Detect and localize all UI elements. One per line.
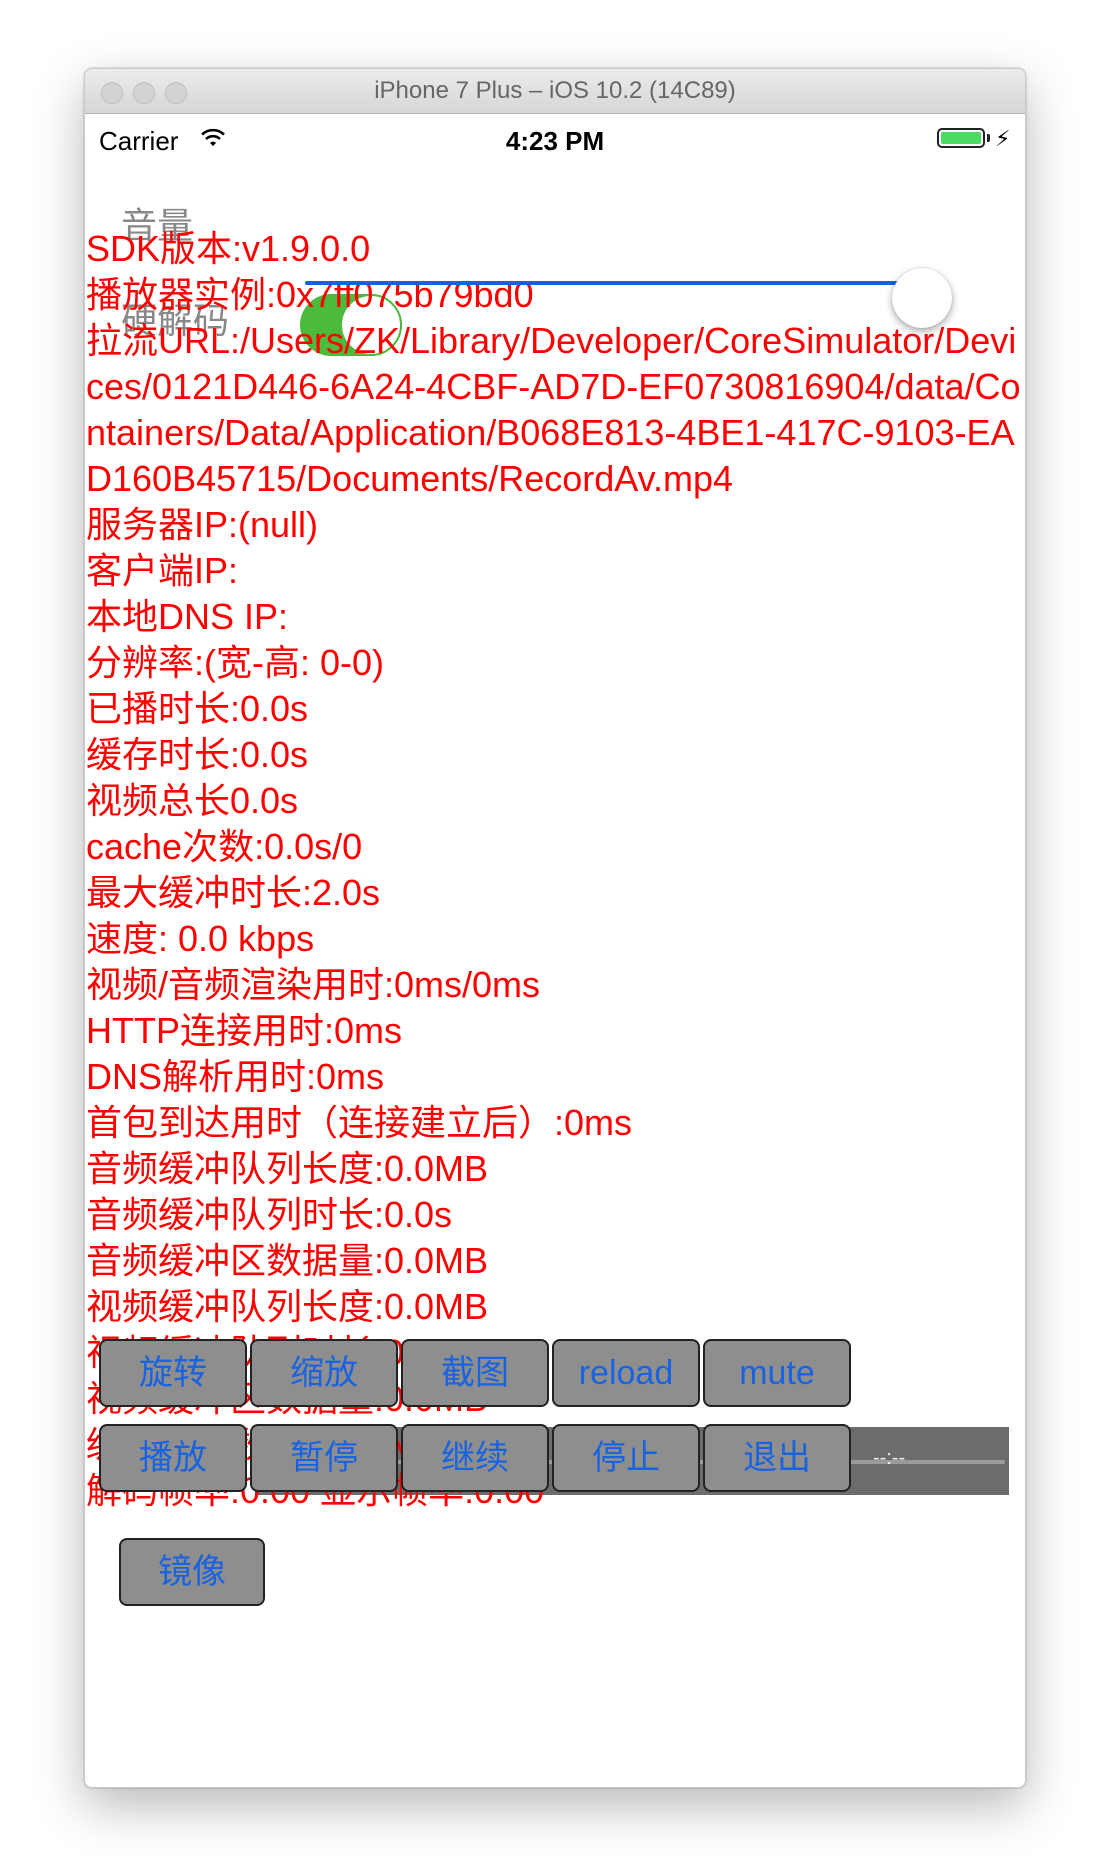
- rotate-button[interactable]: 旋转: [99, 1339, 247, 1407]
- status-time: 4:23 PM: [505, 126, 605, 156]
- volume-slider-thumb[interactable]: [891, 268, 952, 328]
- exit-button[interactable]: 退出: [703, 1424, 851, 1492]
- play-button[interactable]: 播放: [99, 1424, 247, 1492]
- device-screen: Carrier 4:23 PM ⚡ 音量 硬解码 --:-- --:-- 镜像 …: [85, 114, 1025, 1787]
- info-line: 客户端IP:: [86, 550, 239, 591]
- info-line: 音频缓冲区数据量:0.0MB: [86, 1240, 489, 1281]
- info-line: 缓存时长:0.0s: [86, 734, 309, 775]
- info-line: 音频缓冲队列长度:0.0MB: [86, 1148, 489, 1189]
- battery-icon: [937, 128, 985, 148]
- info-line: 服务器IP:(null): [86, 504, 319, 545]
- info-line: 拉流URL:/Users/ZK/Library/Developer/CoreSi…: [86, 320, 1021, 499]
- mute-button[interactable]: mute: [703, 1339, 851, 1407]
- simulator-window: iPhone 7 Plus – iOS 10.2 (14C89) Carrier…: [84, 68, 1026, 1788]
- info-line: cache次数:0.0s/0: [86, 826, 363, 867]
- battery-tip: [987, 134, 990, 142]
- info-line: 最大缓冲时长:2.0s: [86, 872, 381, 913]
- info-line: 速度: 0.0 kbps: [86, 918, 315, 959]
- info-line: 音频缓冲队列时长:0.0s: [86, 1194, 453, 1235]
- info-line: 首包到达用时（连接建立后）:0ms: [86, 1102, 633, 1143]
- player-info-list: SDK版本:v1.9.0.0 播放器实例:0x7ff075b79bd0 拉流URL:…: [86, 226, 1022, 1514]
- volume-slider-fill: [305, 281, 922, 285]
- scale-button[interactable]: 缩放: [250, 1339, 398, 1407]
- window-title: iPhone 7 Plus – iOS 10.2 (14C89): [374, 77, 736, 104]
- mirror-button[interactable]: 镜像: [119, 1538, 265, 1606]
- info-line: 视频总长0.0s: [86, 780, 299, 821]
- info-line: 视频缓冲队列长度:0.0MB: [86, 1286, 489, 1327]
- info-line: DNS解析用时:0ms: [86, 1056, 385, 1097]
- resume-button[interactable]: 继续: [401, 1424, 549, 1492]
- info-line: 视频/音频渲染用时:0ms/0ms: [86, 964, 541, 1005]
- info-line: SDK版本:v1.9.0.0: [86, 228, 371, 269]
- info-line: 播放器实例:0x7ff075b79bd0: [86, 274, 534, 315]
- screenshot-button[interactable]: 截图: [401, 1339, 549, 1407]
- volume-slider-track[interactable]: [305, 281, 941, 285]
- info-line: 已播时长:0.0s: [86, 688, 309, 729]
- reload-button[interactable]: reload: [552, 1339, 700, 1407]
- pause-button[interactable]: 暂停: [250, 1424, 398, 1492]
- info-line: 分辨率:(宽-高: 0-0): [86, 642, 385, 683]
- info-line: 本地DNS IP:: [86, 596, 289, 637]
- info-line: HTTP连接用时:0ms: [86, 1010, 403, 1051]
- stop-button[interactable]: 停止: [552, 1424, 700, 1492]
- charging-bolt-icon: ⚡: [995, 126, 1011, 151]
- title-bar: iPhone 7 Plus – iOS 10.2 (14C89): [85, 69, 1025, 114]
